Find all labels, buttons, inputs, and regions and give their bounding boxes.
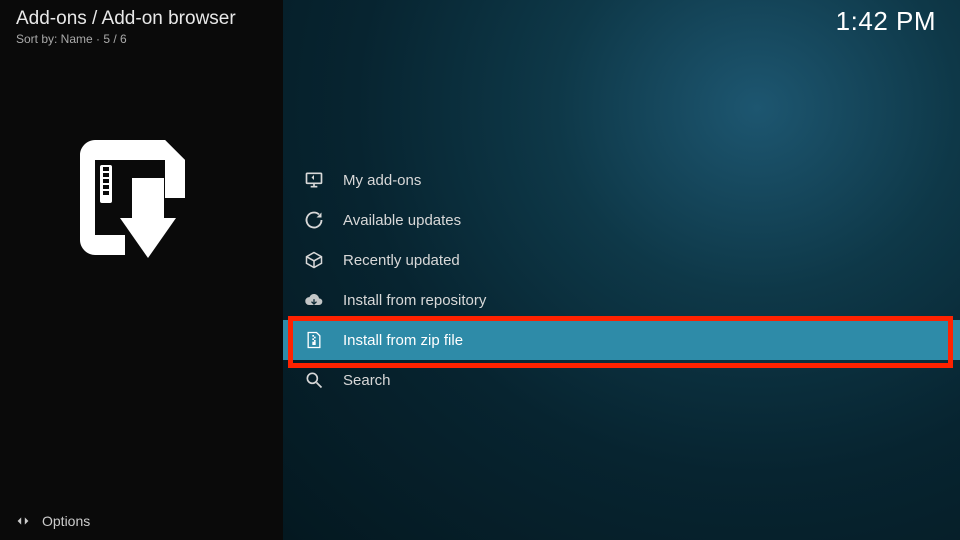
zip-download-large-icon [70,130,210,270]
menu-list: My add-ons Available updates [283,160,960,400]
options-arrows-icon [14,512,32,530]
cloud-download-icon [303,289,325,311]
menu-item-label: Install from zip file [343,332,463,349]
menu-item-label: Available updates [343,212,461,229]
clock: 1:42 PM [836,6,936,37]
menu-item-label: Recently updated [343,252,460,269]
menu-item-label: Install from repository [343,292,486,309]
header: Add-ons / Add-on browser Sort by: Name ·… [16,8,236,46]
menu-item-my-addons[interactable]: My add-ons [283,160,960,200]
main-panel: 1:42 PM My add-ons [283,0,960,540]
menu-item-install-repository[interactable]: Install from repository [283,280,960,320]
sort-info: Sort by: Name · 5 / 6 [16,32,236,46]
menu-item-search[interactable]: Search [283,360,960,400]
options-label: Options [42,513,90,529]
zip-file-icon [303,329,325,351]
menu-item-available-updates[interactable]: Available updates [283,200,960,240]
box-icon [303,249,325,271]
options-button[interactable]: Options [14,512,90,530]
breadcrumb: Add-ons / Add-on browser [16,8,236,30]
menu-item-label: My add-ons [343,172,421,189]
menu-item-install-zip[interactable]: Install from zip file [283,320,960,360]
refresh-icon [303,209,325,231]
sidebar: Add-ons / Add-on browser Sort by: Name ·… [0,0,283,540]
menu-item-recently-updated[interactable]: Recently updated [283,240,960,280]
monitor-icon [303,169,325,191]
search-icon [303,369,325,391]
menu-item-label: Search [343,372,391,389]
